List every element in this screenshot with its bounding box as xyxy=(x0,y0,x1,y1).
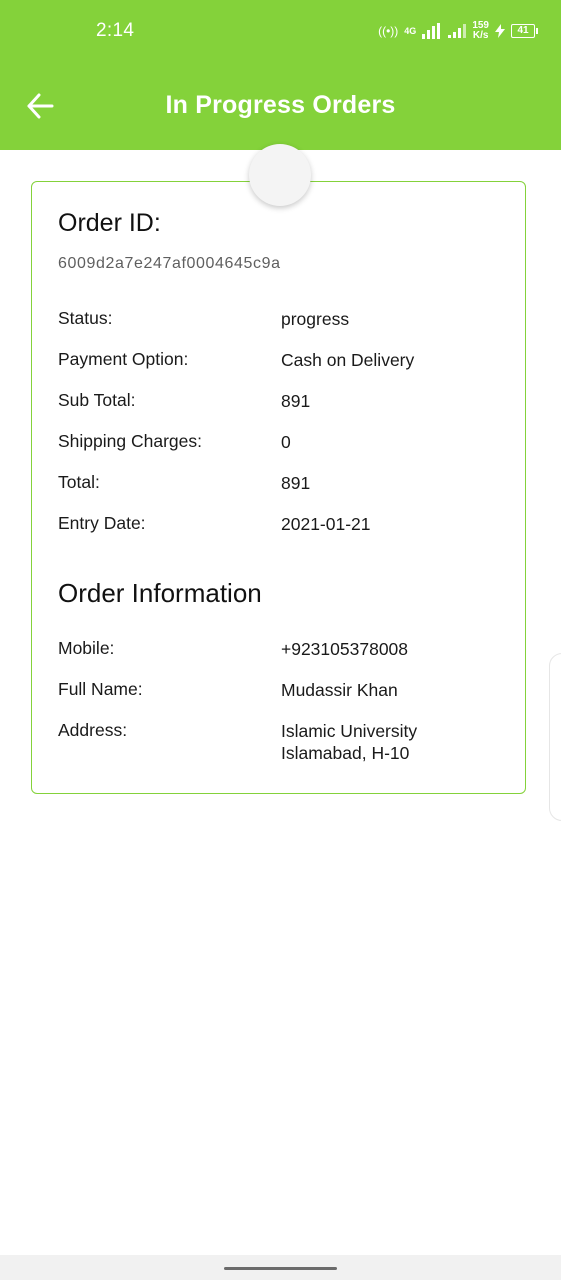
detail-label: Entry Date: xyxy=(58,513,146,533)
system-icons: ((•)) 4G 159 K/s 41 xyxy=(378,18,538,44)
page-title: In Progress Orders xyxy=(165,91,396,119)
net-speed: 159 K/s xyxy=(472,21,489,41)
signal-icon-primary xyxy=(422,23,441,39)
header-circle-button[interactable] xyxy=(249,144,311,206)
app-bar: 2:14 ((•)) 4G 159 K/s 41 In Progress Ord… xyxy=(0,0,561,150)
detail-label: Sub Total: xyxy=(58,390,136,410)
detail-label: Payment Option: xyxy=(58,349,189,369)
battery-icon: 41 xyxy=(511,24,538,38)
order-id-value: 6009d2a7e247af0004645c9a xyxy=(58,255,281,272)
system-nav-bar xyxy=(0,1255,561,1280)
network-type-label: 4G xyxy=(404,26,417,36)
status-bar: 2:14 ((•)) 4G 159 K/s 41 xyxy=(0,0,561,64)
detail-value: 2021-01-21 xyxy=(281,514,371,534)
info-label: Full Name: xyxy=(58,679,143,699)
order-card: Order ID: 6009d2a7e247af0004645c9a Statu… xyxy=(31,181,526,794)
hotspot-icon: ((•)) xyxy=(378,24,399,38)
battery-level: 41 xyxy=(517,25,529,36)
order-information-title: Order Information xyxy=(58,578,262,608)
detail-value: 891 xyxy=(281,391,311,411)
info-value: Islamic University Islamabad, H-10 xyxy=(281,721,418,763)
info-value: Mudassir Khan xyxy=(281,680,398,700)
info-value: +923105378008 xyxy=(281,639,409,659)
detail-label: Status: xyxy=(58,308,113,328)
info-label: Address: xyxy=(58,720,128,740)
home-gesture-bar[interactable] xyxy=(224,1267,337,1270)
status-time: 2:14 xyxy=(96,20,135,41)
charging-icon xyxy=(495,24,505,38)
detail-value: 891 xyxy=(281,473,311,493)
order-id-label: Order ID: xyxy=(58,209,161,237)
detail-value: Cash on Delivery xyxy=(281,350,415,370)
info-label: Mobile: xyxy=(58,638,115,658)
signal-icon-secondary xyxy=(448,24,467,38)
detail-label: Total: xyxy=(58,472,100,492)
detail-value: 0 xyxy=(281,432,291,452)
net-speed-unit: K/s xyxy=(472,30,489,41)
edge-panel-handle[interactable] xyxy=(549,653,561,821)
detail-label: Shipping Charges: xyxy=(58,431,202,451)
detail-value: progress xyxy=(281,309,350,329)
